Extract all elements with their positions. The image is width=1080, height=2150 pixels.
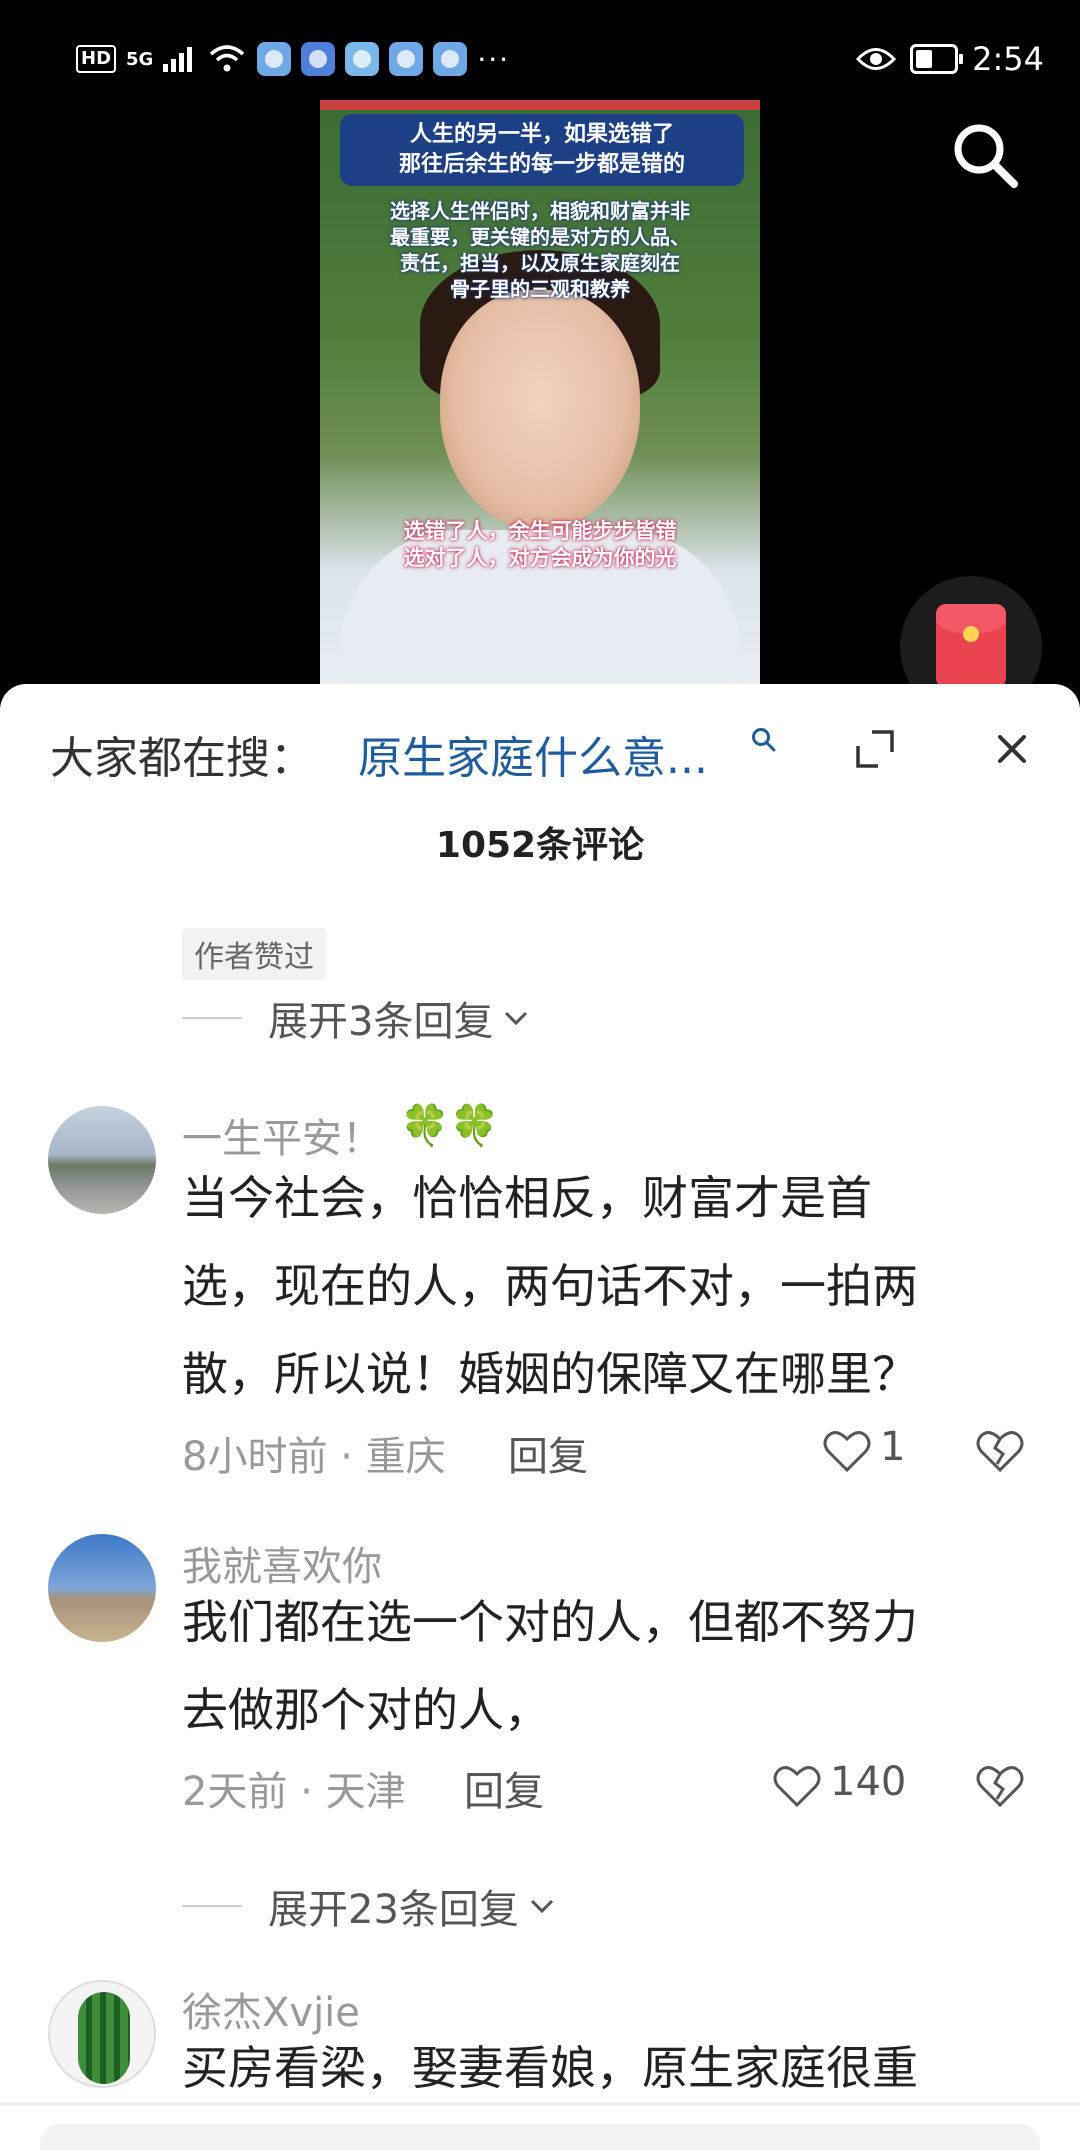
chevron-down-icon — [505, 1011, 528, 1026]
comment-body: 买房看梁，娶妻看娘，原生家庭很重 — [182, 2024, 1012, 2112]
heart-icon[interactable] — [772, 1763, 822, 1809]
like-count: 140 — [830, 1759, 907, 1805]
video-bottom-caption: 选错了人，余生可能步步皆错 选对了人，对方会成为你的光 — [336, 518, 744, 572]
wifi-icon — [210, 45, 245, 72]
comment-body: 当今社会，恰恰相反，财富才是首 选，现在的人，两句话不对，一拍两 散，所以说！婚… — [182, 1154, 1012, 1418]
expand-replies-button[interactable]: 展开23条回复 — [182, 1878, 557, 1934]
video-frame[interactable]: 人生的另一半，如果选错了 那往后余生的每一步都是错的 选择人生伴侣时，相貌和财富… — [320, 100, 760, 690]
browser-app-icon — [389, 42, 424, 76]
comment-input-bar[interactable] — [40, 2124, 1040, 2150]
avatar[interactable] — [48, 1106, 156, 1214]
trending-search-label: 大家都在搜： — [50, 733, 314, 784]
like-count: 1 — [880, 1424, 906, 1470]
eye-icon — [856, 48, 897, 70]
author-liked-tag: 作者赞过 — [182, 928, 326, 980]
video-title-caption: 人生的另一半，如果选错了 那往后余生的每一步都是错的 — [340, 114, 744, 186]
comment-meta: 2天前 · 天津 — [182, 1769, 406, 1815]
status-right: 2:54 — [856, 40, 1044, 78]
video-body-caption: 选择人生伴侣时，相貌和财富并非 最重要，更关键的是对方的人品、 责任，担当，以及… — [332, 198, 748, 302]
bottom-divider — [0, 2102, 1080, 2106]
video-bottom-line: 选对了人，对方会成为你的光 — [403, 546, 677, 570]
video-title-line: 人生的另一半，如果选错了 — [409, 122, 674, 147]
comment-line: 当今社会，恰恰相反，财富才是首 — [182, 1171, 872, 1225]
video-body-line: 最重要，更关键的是对方的人品、 — [390, 225, 690, 249]
status-left: HD 5G ··· — [76, 42, 510, 76]
expand-replies-label: 展开3条回复 — [268, 999, 494, 1045]
avatar[interactable] — [48, 1534, 156, 1642]
comment-item: 一生平安！ 🍀🍀 当今社会，恰恰相反，财富才是首 选，现在的人，两句话不对，一拍… — [0, 1094, 1080, 1514]
heart-icon[interactable] — [822, 1428, 872, 1474]
clover-emoji: 🍀🍀 — [400, 1103, 500, 1149]
comments-panel: 大家都在搜： 原生家庭什么意... 1052条评论 作者赞过 展开3条回复 一生… — [0, 684, 1080, 2150]
video-title-line: 那往后余生的每一步都是错的 — [398, 152, 685, 177]
search-icon — [752, 728, 776, 752]
hd-badge: HD — [76, 45, 117, 73]
comment-body: 我们都在选一个对的人，但都不努力 去做那个对的人， — [182, 1578, 1012, 1754]
comment-item: 我就喜欢你 我们都在选一个对的人，但都不努力 去做那个对的人， 2天前 · 天津… — [0, 1534, 1080, 1894]
video-body-line: 选择人生伴侣时，相貌和财富并非 — [390, 199, 690, 223]
trending-search-row[interactable]: 大家都在搜： 原生家庭什么意... — [0, 684, 1080, 814]
avatar[interactable] — [48, 1980, 156, 2088]
video-face — [440, 290, 640, 530]
browser-app-icon-2 — [433, 42, 468, 76]
comment-meta: 8小时前 · 重庆 — [182, 1434, 446, 1480]
network-type: 5G — [126, 48, 154, 70]
divider-line — [182, 1017, 242, 1019]
video-body-line: 责任，担当，以及原生家庭刻在 — [400, 251, 680, 275]
trending-search-link[interactable]: 原生家庭什么意... — [358, 722, 708, 786]
weather-app-icon — [345, 42, 380, 76]
expand-replies-label: 展开23条回复 — [268, 1887, 519, 1933]
comment-count: 1052条评论 — [435, 825, 645, 866]
video-body-line: 骨子里的三观和教养 — [450, 277, 630, 301]
comment-line: 买房看梁，娶妻看娘，原生家庭很重 — [182, 2041, 918, 2095]
comment-line: 散，所以说！婚姻的保障又在哪里？ — [182, 1347, 918, 1401]
more-notifications: ··· — [477, 42, 511, 76]
reply-button[interactable]: 回复 — [508, 1424, 588, 1482]
close-icon[interactable] — [985, 722, 1039, 776]
comment-line: 我们都在选一个对的人，但都不努力 — [182, 1595, 918, 1649]
reply-button[interactable]: 回复 — [464, 1759, 544, 1817]
broken-heart-icon[interactable] — [975, 1428, 1025, 1474]
watermelon-avatar-art — [78, 1992, 130, 2084]
search-icon[interactable] — [950, 120, 1020, 190]
red-packet-icon — [936, 604, 1006, 688]
chevron-down-icon — [530, 1899, 553, 1914]
expand-icon[interactable] — [850, 724, 900, 774]
battery-icon — [910, 44, 964, 74]
status-bar: HD 5G ··· 2:54 — [0, 0, 1080, 100]
clock: 2:54 — [972, 40, 1044, 78]
broken-heart-icon[interactable] — [975, 1763, 1025, 1809]
video-bottom-line: 选错了人，余生可能步步皆错 — [403, 519, 677, 543]
app-notification-icon — [257, 42, 292, 76]
mail-app-icon — [301, 42, 336, 76]
expand-replies-button[interactable]: 展开3条回复 — [182, 990, 531, 1046]
signal-icon — [163, 47, 193, 72]
divider-line — [182, 1905, 242, 1907]
comment-line: 去做那个对的人， — [182, 1683, 550, 1737]
comment-line: 选，现在的人，两句话不对，一拍两 — [182, 1259, 918, 1313]
video-top-strip — [320, 100, 760, 110]
video-player[interactable]: 人生的另一半，如果选错了 那往后余生的每一步都是错的 选择人生伴侣时，相貌和财富… — [0, 100, 1080, 718]
